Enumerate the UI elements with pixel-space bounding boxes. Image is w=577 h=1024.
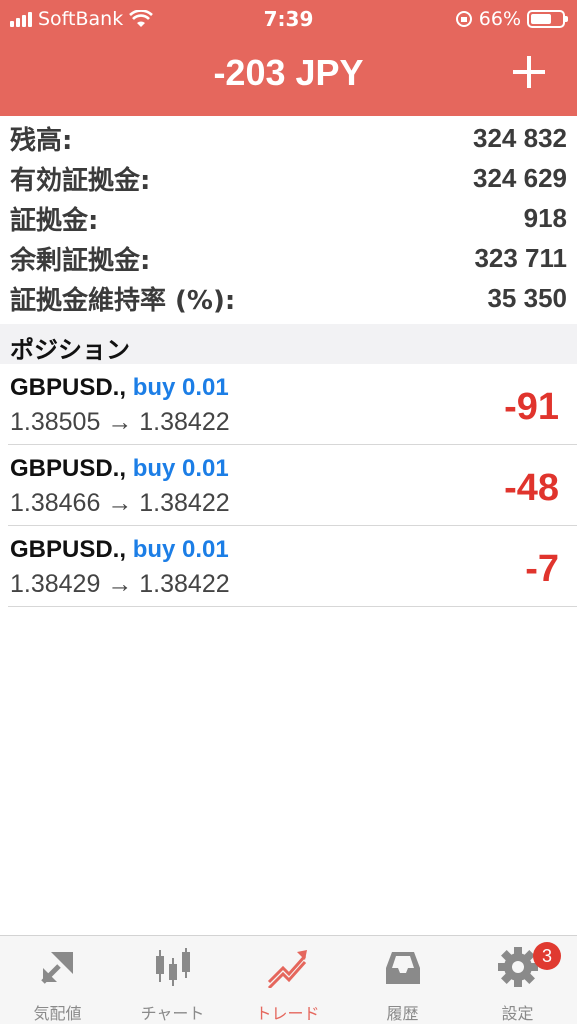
tab-label: 設定: [501, 1004, 534, 1023]
history-icon: [386, 952, 420, 984]
summary-value: 324 832: [473, 122, 567, 153]
position-prices: 1.38505 → 1.38422: [10, 408, 230, 436]
summary-label: 残高:: [10, 125, 73, 156]
tab-chart[interactable]: チャート: [115, 936, 230, 1024]
rotation-lock-icon: [455, 11, 472, 27]
position-prices: 1.38429 → 1.38422: [10, 570, 230, 598]
position-profit: -91: [504, 386, 559, 428]
top-bar: SoftBank 7:39 66% -203 JPY: [0, 0, 577, 116]
summary-row-balance: 残高: 324 832: [0, 118, 577, 158]
chart-icon: [156, 948, 190, 986]
position-profit: -7: [525, 548, 559, 590]
position-row[interactable]: GBPUSD., buy 0.01 1.38466 → 1.38422 -48: [8, 445, 577, 526]
position-row[interactable]: GBPUSD., buy 0.01 1.38429 → 1.38422 -7: [8, 526, 577, 607]
position-symbol: GBPUSD.,: [10, 536, 127, 563]
summary-value: 323 711: [474, 242, 567, 273]
status-bar: SoftBank 7:39 66%: [0, 0, 577, 38]
summary-row-free-margin: 余剰証拠金: 323 711: [0, 238, 577, 278]
positions-list: GBPUSD., buy 0.01 1.38505 → 1.38422 -91 …: [0, 364, 577, 607]
tab-quotes[interactable]: 気配値: [0, 936, 115, 1024]
tab-history[interactable]: 履歴: [345, 936, 460, 1024]
positions-section-header: ポジション: [0, 324, 577, 364]
battery-percent: 66%: [478, 8, 521, 30]
settings-notification-badge: 3: [533, 942, 561, 970]
add-order-button[interactable]: [511, 54, 547, 90]
tab-label: 履歴: [386, 1004, 419, 1023]
position-symbol: GBPUSD.,: [10, 455, 127, 482]
account-summary: 残高: 324 832 有効証拠金: 324 629 証拠金: 918 余剰証拠金: 3…: [0, 118, 577, 318]
summary-value: 324 629: [473, 162, 567, 193]
battery-fill: [531, 14, 551, 24]
battery-icon: [527, 10, 568, 28]
position-side: buy 0.01: [132, 536, 229, 563]
page-title: -203 JPY: [213, 52, 364, 93]
tab-label: 気配値: [33, 1004, 82, 1023]
position-prices: 1.38466 → 1.38422: [10, 489, 230, 517]
trade-icon: [267, 950, 307, 988]
tab-label: チャート: [140, 1004, 205, 1023]
summary-label: 証拠金:: [10, 205, 99, 236]
position-side: buy 0.01: [132, 374, 229, 401]
summary-label: 有効証拠金:: [10, 165, 151, 196]
position-row[interactable]: GBPUSD., buy 0.01 1.38505 → 1.38422 -91: [8, 364, 577, 445]
position-symbol: GBPUSD.,: [10, 374, 127, 401]
quotes-icon: [41, 952, 73, 984]
position-side: buy 0.01: [132, 455, 229, 482]
summary-row-margin-level: 証拠金維持率 (%): 35 350: [0, 278, 577, 318]
position-profit: -48: [504, 467, 559, 509]
summary-row-equity: 有効証拠金: 324 629: [0, 158, 577, 198]
summary-row-margin: 証拠金: 918: [0, 198, 577, 238]
tab-bar: 気配値 チャート トレード 履歴 設定: [0, 935, 577, 1024]
summary-value: 918: [523, 202, 567, 233]
tab-trade[interactable]: トレード: [230, 936, 345, 1024]
summary-label: 余剰証拠金:: [10, 245, 151, 276]
summary-value: 35 350: [487, 282, 567, 313]
tab-label: トレード: [255, 1004, 320, 1023]
summary-label: 証拠金維持率 (%):: [10, 285, 236, 316]
